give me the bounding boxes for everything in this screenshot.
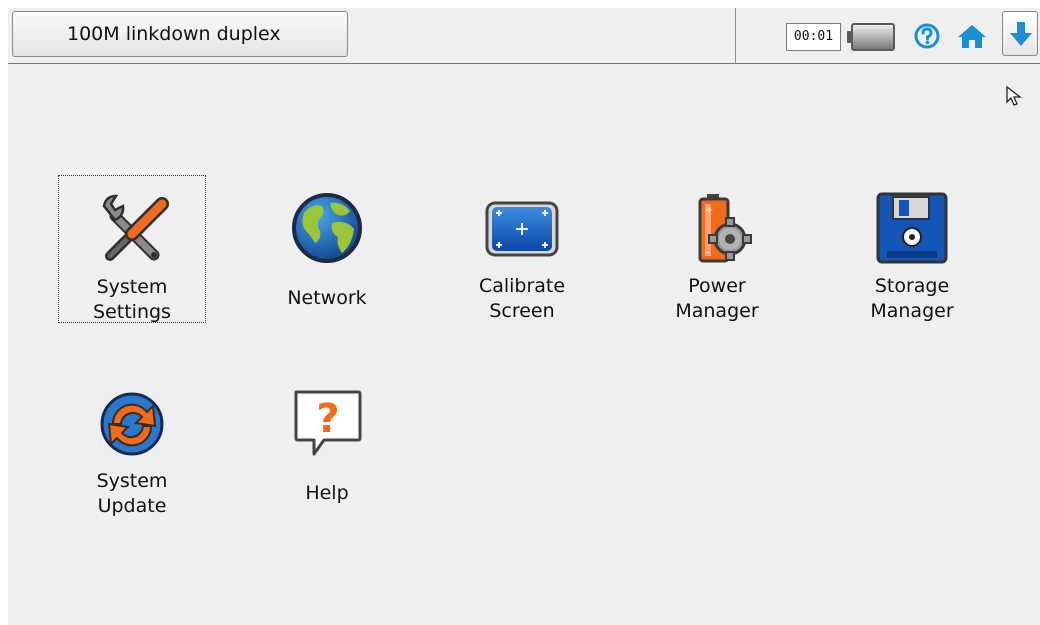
app-help[interactable]: ? Help [253, 370, 401, 518]
home-icon[interactable] [956, 22, 988, 54]
clock-display: 00:01 [786, 23, 841, 51]
tools-icon [102, 194, 169, 261]
app-label: System Settings [93, 276, 171, 323]
app-label: Storage Manager [870, 275, 954, 322]
refresh-icon [100, 392, 164, 456]
svg-text:+: + [705, 205, 713, 216]
globe-icon [292, 193, 362, 263]
main-screen: 100M linkdown duplex 00:01 System Settin… [8, 8, 1040, 625]
app-system-update[interactable]: System Update [58, 370, 206, 518]
svg-text:?: ? [316, 396, 339, 442]
app-power-manager[interactable]: + – Power Manager [643, 175, 791, 323]
app-storage-manager[interactable]: Storage Manager [838, 175, 986, 323]
arrow-down-icon [1010, 22, 1032, 46]
app-label: Help [305, 482, 349, 504]
network-status-button[interactable]: 100M linkdown duplex [12, 11, 348, 57]
battery-gear-icon: + – [698, 194, 752, 263]
help-circle-icon[interactable] [913, 22, 941, 54]
calibrate-icon [485, 201, 559, 257]
app-label: Calibrate Screen [478, 275, 566, 322]
help-bubble-icon: ? [294, 390, 362, 456]
battery-icon [847, 23, 895, 51]
app-network[interactable]: Network [253, 175, 401, 323]
app-label: Power Manager [675, 275, 759, 322]
app-label: System Update [96, 470, 168, 517]
app-calibrate-screen[interactable]: Calibrate Screen [448, 175, 596, 323]
scroll-down-button[interactable] [1002, 11, 1038, 56]
top-bar: 100M linkdown duplex 00:01 [8, 8, 1040, 64]
app-label: Network [287, 287, 367, 309]
svg-text:–: – [705, 247, 710, 258]
mouse-pointer-icon [1006, 85, 1022, 106]
app-system-settings[interactable]: System Settings [58, 175, 206, 323]
floppy-disk-icon [876, 192, 948, 264]
toolbar-divider [735, 8, 736, 63]
